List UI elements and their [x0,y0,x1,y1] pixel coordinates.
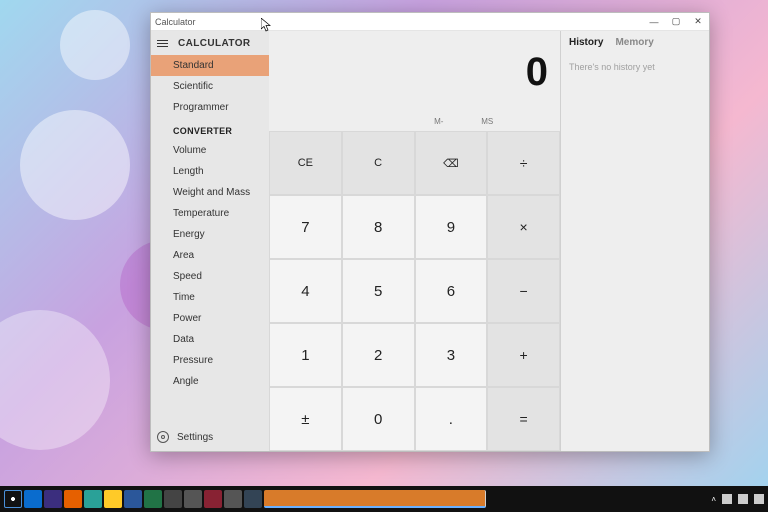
key-minus[interactable]: − [487,259,560,323]
taskbar-icon-app[interactable] [44,490,62,508]
mem-btn-ms[interactable]: MS [463,113,512,131]
tray-notifications-icon[interactable] [754,494,764,504]
taskbar-icon-store[interactable] [84,490,102,508]
key-4[interactable]: 4 [269,259,342,323]
key-3[interactable]: 3 [415,323,488,387]
mem-btn-mlist[interactable] [512,113,561,131]
nav-item-angle[interactable]: Angle [151,371,269,392]
key-plus[interactable]: + [487,323,560,387]
history-panel: History Memory There's no history yet [561,31,709,451]
taskbar-icon-excel[interactable] [144,490,162,508]
taskbar-icon-app6[interactable] [244,490,262,508]
key-6[interactable]: 6 [415,259,488,323]
key-2[interactable]: 2 [342,323,415,387]
taskbar-icon-app3[interactable] [184,490,202,508]
key-1[interactable]: 1 [269,323,342,387]
taskbar-icon-firefox[interactable] [64,490,82,508]
nav-item-scientific[interactable]: Scientific [151,76,269,97]
key-7[interactable]: 7 [269,195,342,259]
tray-volume-icon[interactable] [738,494,748,504]
nav-item-length[interactable]: Length [151,161,269,182]
taskbar-icon-app4[interactable] [204,490,222,508]
nav-item-time[interactable]: Time [151,287,269,308]
nav-item-volume[interactable]: Volume [151,140,269,161]
nav-item-data[interactable]: Data [151,329,269,350]
key-0[interactable]: 0 [342,387,415,451]
nav-item-area[interactable]: Area [151,245,269,266]
taskbar-icon-app2[interactable] [164,490,182,508]
nav-header-label: CALCULATOR [178,38,251,49]
settings-label: Settings [177,432,213,443]
key-backspace[interactable]: ⌫ [415,131,488,195]
nav-section-converter: CONVERTER [151,118,269,140]
nav-item-standard[interactable]: Standard [151,55,269,76]
mem-btn-mminus[interactable]: M- [415,113,464,131]
key-equals[interactable]: = [487,387,560,451]
minimize-button[interactable]: — [643,17,665,27]
start-button[interactable] [4,490,22,508]
key-decimal[interactable]: . [415,387,488,451]
calculator-area: 0 M- MS CE C ⌫ ÷ 7 8 [269,31,561,451]
key-negate[interactable]: ± [269,387,342,451]
key-multiply[interactable]: × [487,195,560,259]
keypad: CE C ⌫ ÷ 7 8 9 × 4 5 6 − 1 2 3 + ± [269,131,560,451]
display: 0 M- MS [269,31,560,131]
tab-history[interactable]: History [569,37,603,48]
hamburger-icon[interactable] [157,40,168,47]
maximize-button[interactable]: ▢ [665,16,687,27]
tray-chevron-icon[interactable]: ˄ [711,495,716,504]
mem-btn-mplus[interactable] [366,113,415,131]
window-title: Calculator [155,17,196,27]
nav-item-speed[interactable]: Speed [151,266,269,287]
nav-item-power[interactable]: Power [151,308,269,329]
mem-btn-mr[interactable] [318,113,367,131]
taskbar[interactable]: ˄ [0,486,768,512]
mem-btn-mc[interactable] [269,113,318,131]
history-empty-text: There's no history yet [569,62,701,72]
titlebar[interactable]: Calculator — ▢ ✕ [151,13,709,31]
gear-icon [157,431,169,443]
close-button[interactable]: ✕ [687,16,709,27]
key-ce[interactable]: CE [269,131,342,195]
taskbar-icon-app5[interactable] [224,490,242,508]
nav-panel: CALCULATOR Standard Scientific Programme… [151,31,269,451]
calculator-window: Calculator — ▢ ✕ CALCULATOR Standard Sci… [150,12,710,452]
nav-item-pressure[interactable]: Pressure [151,350,269,371]
nav-item-settings[interactable]: Settings [151,423,269,451]
key-c[interactable]: C [342,131,415,195]
taskbar-icon-calculator[interactable] [264,490,486,508]
nav-item-energy[interactable]: Energy [151,224,269,245]
key-5[interactable]: 5 [342,259,415,323]
taskbar-icon-word[interactable] [124,490,142,508]
system-tray[interactable]: ˄ [711,494,764,504]
key-9[interactable]: 9 [415,195,488,259]
tab-memory[interactable]: Memory [615,37,653,48]
memory-row: M- MS [269,113,560,131]
nav-item-weight[interactable]: Weight and Mass [151,182,269,203]
taskbar-icon-explorer[interactable] [104,490,122,508]
key-divide[interactable]: ÷ [487,131,560,195]
display-value: 0 [269,31,560,113]
key-8[interactable]: 8 [342,195,415,259]
tray-network-icon[interactable] [722,494,732,504]
nav-item-temperature[interactable]: Temperature [151,203,269,224]
taskbar-icon-edge[interactable] [24,490,42,508]
nav-item-programmer[interactable]: Programmer [151,97,269,118]
